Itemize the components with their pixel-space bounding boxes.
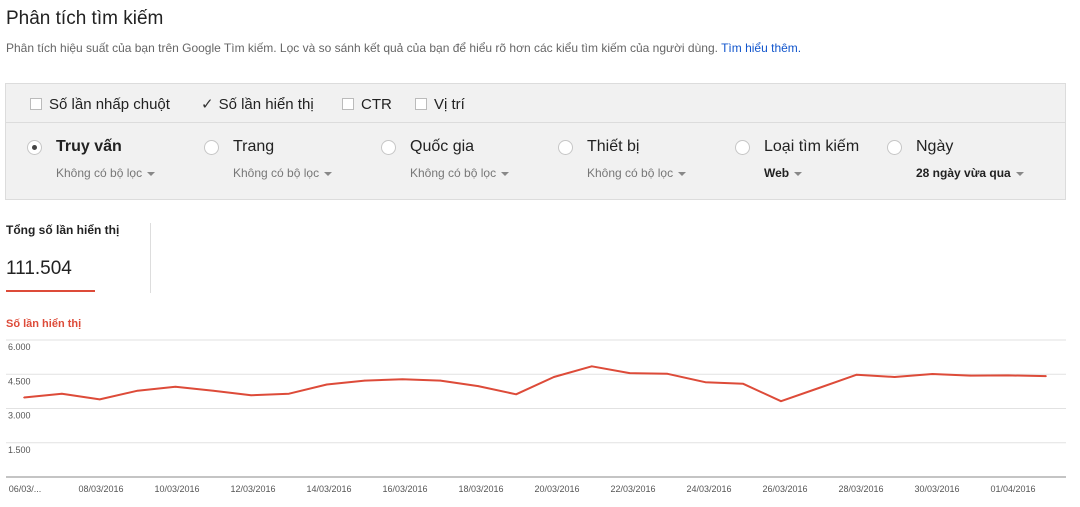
x-tick-label: 12/03/2016 (230, 484, 275, 494)
data-point (591, 365, 593, 368)
group-pages-filter[interactable]: Không có bộ lọc (233, 166, 333, 180)
checkbox-icon (415, 98, 427, 110)
total-impressions-value: 111.504 (6, 258, 72, 279)
x-tick-label: 08/03/2016 (78, 484, 123, 494)
x-tick-label: 28/03/2016 (838, 484, 883, 494)
data-point (174, 386, 177, 388)
group-dates-label: Ngày (916, 138, 954, 155)
group-dates-filter[interactable]: 28 ngày vừa qua (916, 166, 1024, 180)
caret-down-icon (678, 171, 687, 176)
data-point (61, 392, 63, 395)
radio-icon[interactable] (558, 140, 573, 155)
group-search-type-label: Loại tìm kiếm (764, 138, 860, 155)
data-point (893, 376, 896, 378)
radio-icon[interactable] (735, 140, 750, 155)
x-tick-label: 18/03/2016 (458, 484, 503, 494)
data-point (818, 387, 820, 389)
page-title: Phân tích tìm kiếm (6, 8, 164, 29)
y-tick-label: 3.000 (8, 411, 31, 421)
impressions-chart: 6.000 4.500 3.000 1.500 06/03/... 08/03/2016 1… (6, 339, 1066, 494)
checkbox-icon (342, 98, 354, 110)
data-point (855, 373, 858, 376)
metric-position-label: Vị trí (434, 95, 465, 113)
x-tick-label: 26/03/2016 (762, 484, 807, 494)
radio-selected-icon[interactable] (27, 140, 42, 155)
y-tick-label: 1.500 (8, 445, 31, 455)
radio-icon[interactable] (381, 140, 396, 155)
data-point (439, 379, 442, 382)
group-queries-label: Truy vấn (56, 138, 122, 155)
data-point (1045, 375, 1047, 377)
checkbox-icon (30, 98, 42, 110)
x-tick-label: 10/03/2016 (154, 484, 199, 494)
data-point (363, 379, 366, 382)
data-point (931, 373, 934, 375)
total-divider (150, 223, 151, 293)
checkmark-icon: ✓ (201, 96, 214, 113)
data-point (136, 389, 139, 392)
group-countries-label: Quốc gia (410, 138, 475, 155)
data-point (23, 396, 25, 399)
learn-more-link[interactable]: Tìm hiểu thêm. (721, 41, 801, 55)
x-tick-label: 24/03/2016 (686, 484, 731, 494)
data-point (666, 373, 669, 375)
x-tick-label: 06/03/... (9, 484, 42, 494)
x-tick-label: 14/03/2016 (306, 484, 351, 494)
data-point (969, 374, 972, 377)
group-devices-filter[interactable]: Không có bộ lọc (587, 166, 687, 180)
x-tick-label: 01/04/2016 (990, 484, 1035, 494)
filter-panel: Số lần nhấp chuột ✓ Số lần hiển thị CTR … (5, 83, 1066, 200)
group-devices-label: Thiết bị (587, 138, 640, 155)
y-tick-label: 4.500 (8, 376, 31, 386)
description-text: Phân tích hiệu suất của bạn trên Google … (6, 41, 718, 55)
metric-clicks-label: Số lần nhấp chuột (49, 95, 170, 113)
x-tick-label: 22/03/2016 (610, 484, 655, 494)
data-point (515, 393, 517, 396)
total-impressions-label: Tổng số lần hiển thị (6, 223, 120, 237)
total-underline (6, 290, 95, 292)
x-tick-label: 30/03/2016 (914, 484, 959, 494)
data-point (212, 389, 215, 392)
series-label: Số lần hiển thị (6, 318, 82, 330)
data-point (477, 385, 480, 387)
caret-down-icon (501, 171, 510, 176)
data-point (704, 381, 707, 383)
data-point (401, 378, 404, 381)
metric-clicks-checkbox[interactable]: Số lần nhấp chuột (30, 95, 170, 113)
caret-down-icon (324, 171, 333, 176)
data-point (288, 392, 290, 395)
panel-divider (6, 122, 1065, 123)
metric-ctr-label: CTR (361, 95, 392, 113)
data-point (1007, 374, 1009, 377)
caret-down-icon (794, 171, 803, 176)
data-point (326, 383, 328, 386)
radio-icon[interactable] (887, 140, 902, 155)
data-point (98, 398, 101, 401)
impressions-line (23, 365, 1047, 403)
x-tick-label: 20/03/2016 (534, 484, 579, 494)
caret-down-icon (147, 171, 156, 176)
metric-position-checkbox[interactable]: Vị trí (415, 95, 465, 113)
data-point (780, 400, 782, 402)
caret-down-icon (1015, 171, 1024, 176)
group-countries-filter[interactable]: Không có bộ lọc (410, 166, 510, 180)
metric-impressions-checkbox[interactable]: ✓ Số lần hiển thị (201, 95, 314, 114)
group-queries-filter[interactable]: Không có bộ lọc (56, 166, 156, 180)
data-point (553, 376, 555, 378)
page-description: Phân tích hiệu suất của bạn trên Google … (6, 41, 801, 55)
data-point (250, 394, 252, 397)
metric-impressions-label: Số lần hiển thị (218, 95, 314, 113)
group-pages-label: Trang (233, 138, 275, 155)
metric-ctr-checkbox[interactable]: CTR (342, 95, 392, 113)
data-point (742, 383, 744, 385)
x-tick-label: 16/03/2016 (382, 484, 427, 494)
data-point (628, 372, 631, 374)
y-tick-label: 6.000 (8, 342, 31, 352)
group-search-type-filter[interactable]: Web (764, 166, 803, 180)
radio-icon[interactable] (204, 140, 219, 155)
